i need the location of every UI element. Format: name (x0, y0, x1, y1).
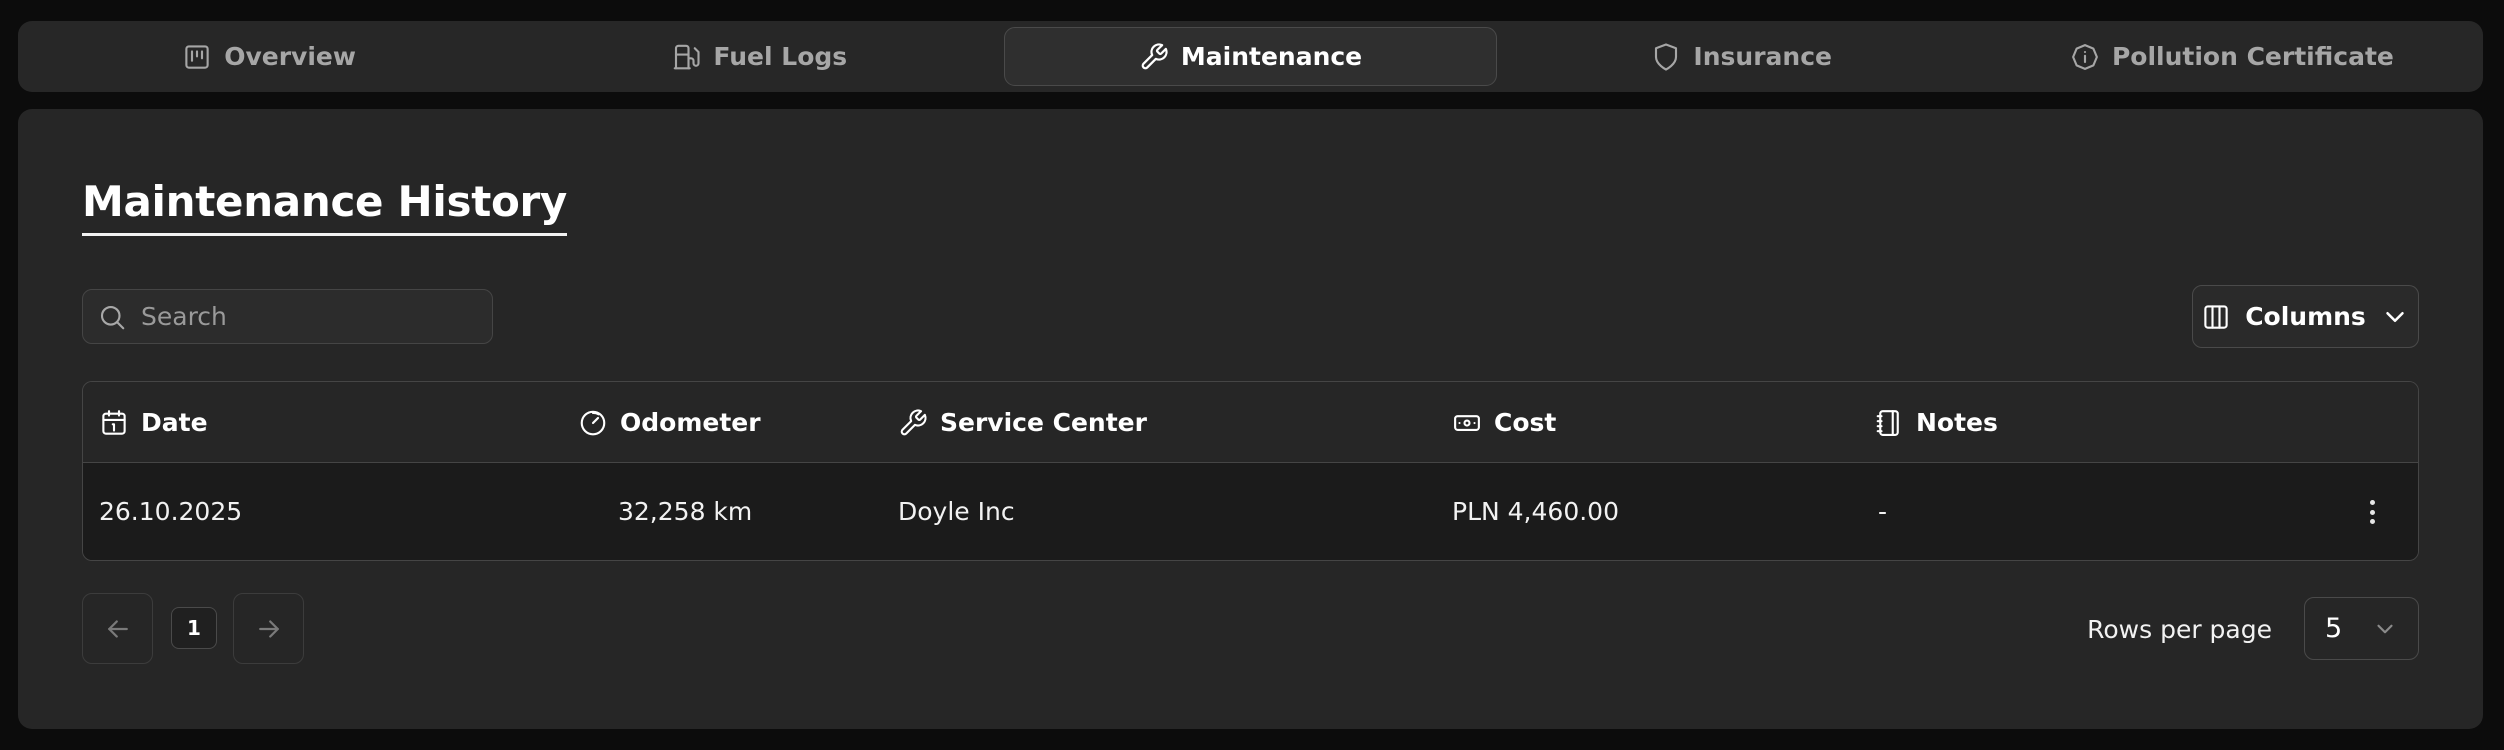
rows-per-page-select[interactable]: 5 (2304, 597, 2419, 660)
shield-icon (1651, 42, 1681, 72)
wrench-icon (898, 408, 928, 438)
cell-service-center: Doyle Inc (898, 497, 1015, 526)
column-label: Cost (1494, 408, 1557, 437)
next-page-button[interactable] (233, 593, 304, 664)
calendar-icon (99, 408, 129, 438)
cell-notes: - (1878, 497, 1888, 526)
column-header-notes[interactable]: Notes (1874, 382, 1998, 463)
tab-label: Insurance (1693, 42, 1832, 71)
tab-label: Pollution Certificate (2111, 42, 2394, 71)
page-title: Maintenance History (82, 177, 567, 237)
tab-fuel-logs[interactable]: Fuel Logs (514, 27, 1004, 86)
search-icon (97, 302, 127, 332)
arrow-left-icon (103, 614, 133, 644)
column-label: Date (141, 408, 208, 437)
cell-odometer: 32,258 km (618, 497, 753, 526)
tab-label: Maintenance (1180, 42, 1363, 71)
columns-button[interactable]: Columns (2192, 285, 2419, 348)
page-number-button[interactable]: 1 (171, 607, 217, 649)
column-label: Notes (1916, 408, 1998, 437)
tab-overview[interactable]: Overview (24, 27, 514, 86)
tab-label: Overview (224, 42, 356, 71)
cell-cost: PLN 4,460.00 (1452, 497, 1619, 526)
column-label: Odometer (620, 408, 761, 437)
table-row[interactable]: 26.10.2025 32,258 km Doyle Inc PLN 4,460… (83, 463, 2418, 560)
chevron-down-icon (2380, 302, 2410, 332)
column-label: Service Center (940, 408, 1147, 437)
columns-label: Columns (2245, 302, 2366, 331)
cell-date: 26.10.2025 (99, 497, 243, 526)
rows-per-page-label: Rows per page (2087, 614, 2272, 644)
notebook-icon (1874, 408, 1904, 438)
gauge-icon (578, 408, 608, 438)
table-header: Date Odometer Service Center Cost Notes (83, 382, 2418, 463)
banknote-icon (1452, 408, 1482, 438)
arrow-right-icon (254, 614, 284, 644)
column-header-service-center[interactable]: Service Center (898, 382, 1147, 463)
column-header-odometer[interactable]: Odometer (578, 382, 761, 463)
row-actions-menu-icon[interactable] (2362, 497, 2382, 527)
tab-pollution-certificate[interactable]: Pollution Certificate (1987, 27, 2477, 86)
column-header-cost[interactable]: Cost (1452, 382, 1556, 463)
search-input[interactable] (141, 302, 478, 331)
tab-bar: Overview Fuel Logs Maintenance Insurance (18, 21, 2483, 92)
maintenance-card: Maintenance History Columns (18, 109, 2483, 729)
columns-icon (2201, 302, 2231, 332)
info-octagon-icon (2070, 42, 2100, 72)
tab-insurance[interactable]: Insurance (1497, 27, 1987, 86)
wrench-icon (1139, 42, 1169, 72)
tab-maintenance[interactable]: Maintenance (1004, 27, 1497, 86)
previous-page-button[interactable] (82, 593, 153, 664)
maintenance-table: Date Odometer Service Center Cost Notes … (82, 381, 2419, 561)
search-field[interactable] (82, 289, 493, 344)
fuel-pump-icon (671, 42, 701, 72)
overview-icon (182, 42, 212, 72)
chevron-down-icon (2372, 616, 2398, 642)
tab-label: Fuel Logs (713, 42, 848, 71)
column-header-date[interactable]: Date (99, 382, 208, 463)
rows-per-page-value: 5 (2325, 613, 2343, 644)
